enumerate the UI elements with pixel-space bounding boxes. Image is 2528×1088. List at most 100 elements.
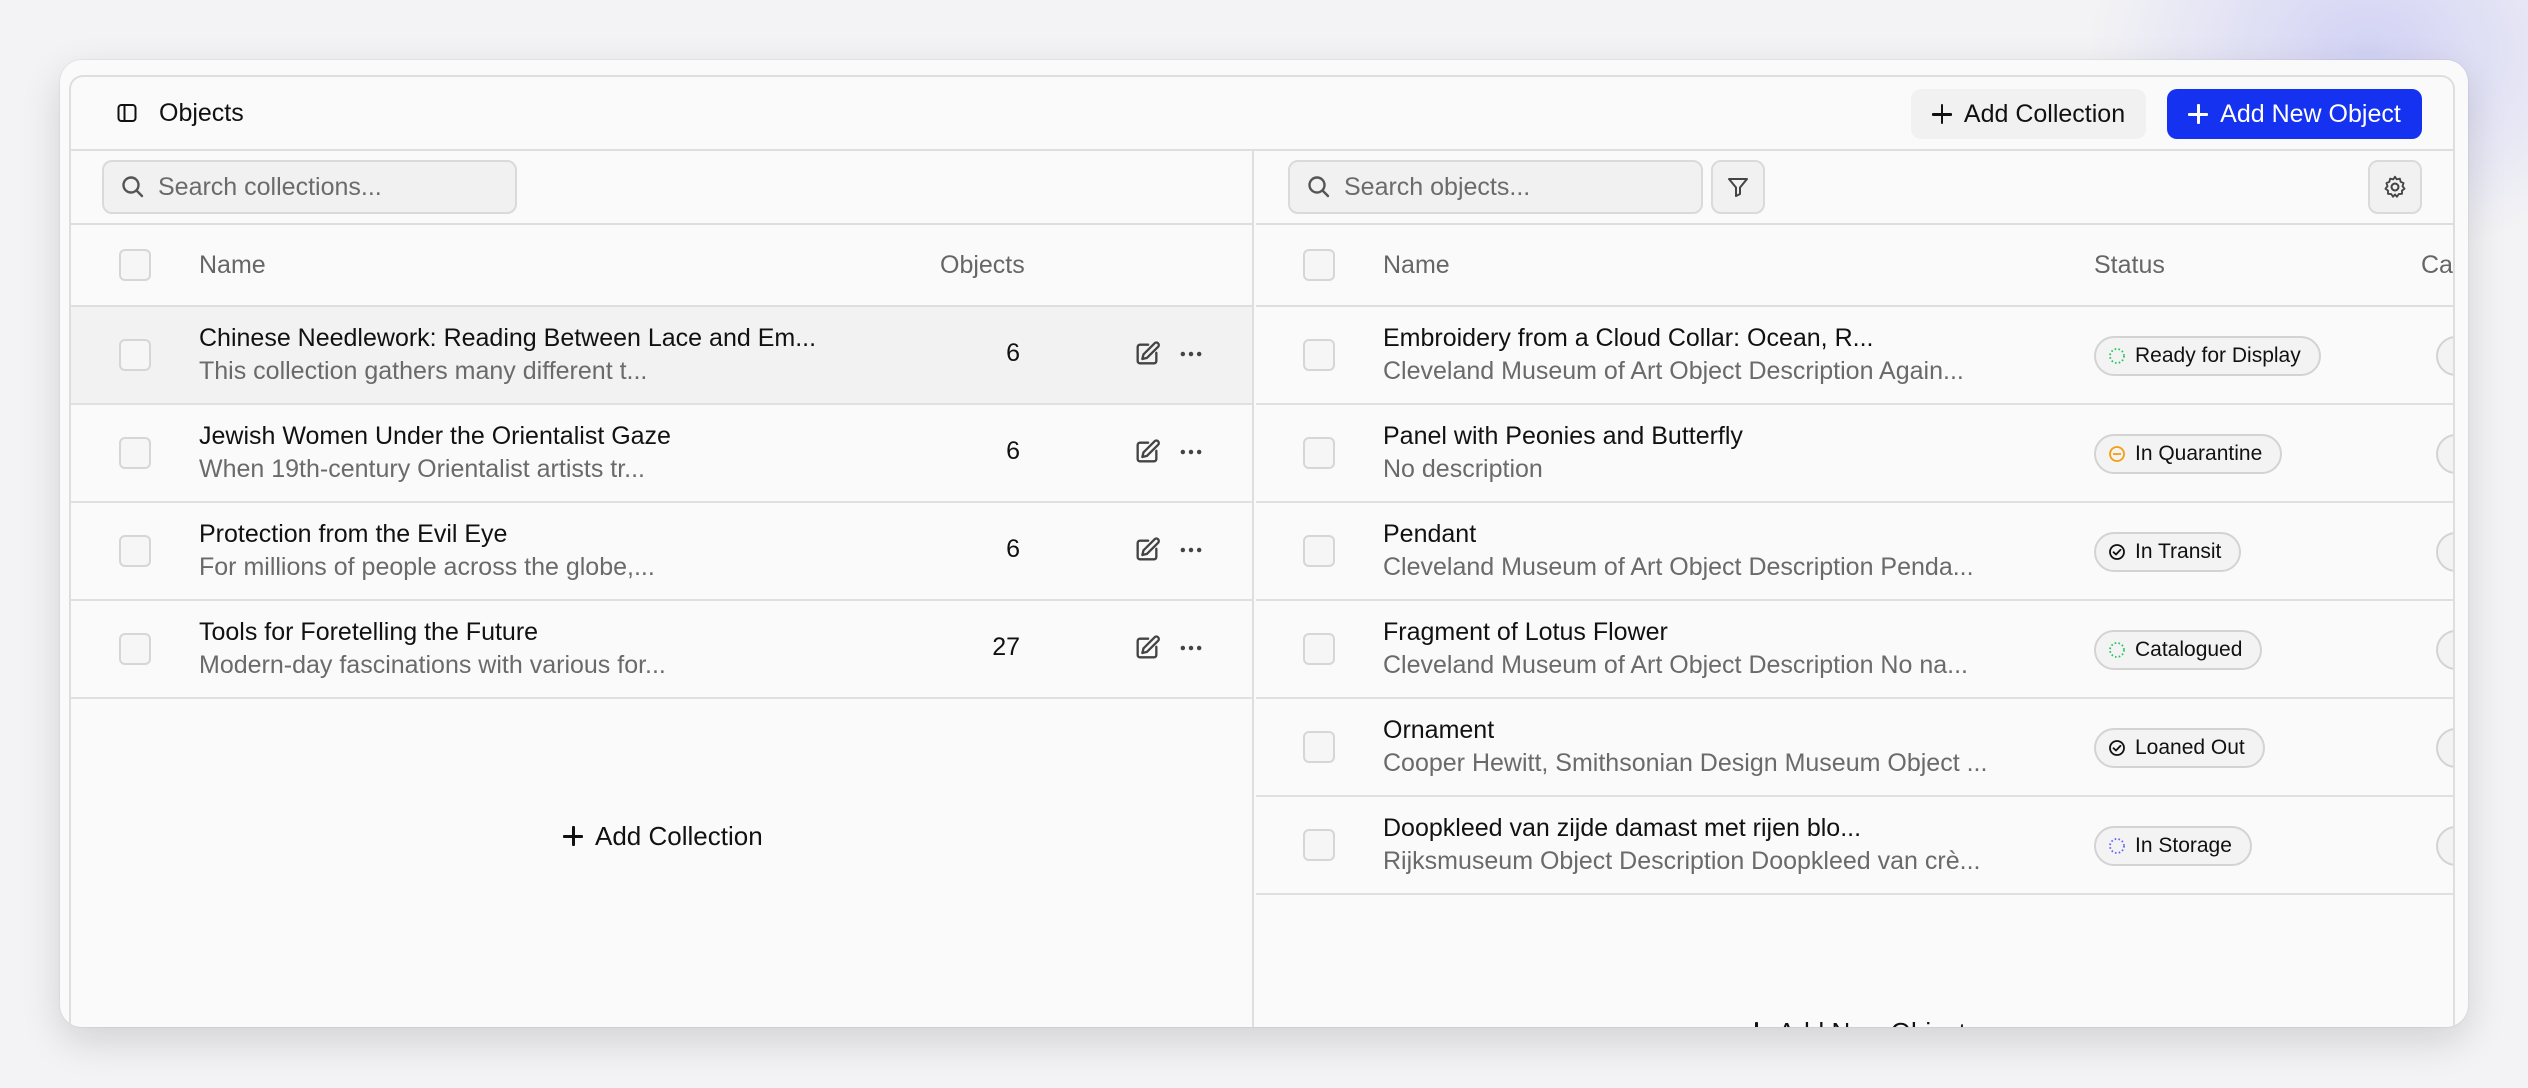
object-row[interactable]: Pendant Cleveland Museum of Art Object De… [1256,503,2453,601]
edit-icon[interactable] [1133,536,1161,564]
row-checkbox[interactable] [1303,633,1335,665]
collection-object-count: 6 [1006,437,1020,465]
add-collection-label: Add Collection [1963,99,2126,128]
row-checkbox[interactable] [1303,339,1335,371]
app-window: Objects Add Collection Add New Object Se… [60,60,2468,1027]
add-new-object-link[interactable]: Add New Object [1746,1012,1966,1027]
search-icon [122,176,144,198]
category-badge[interactable] [2436,532,2453,572]
add-new-object-button[interactable]: Add New Object [2167,89,2422,139]
collection-title: Jewish Women Under the Orientalist Gaze [199,422,671,450]
search-icon [1308,176,1330,198]
row-checkbox[interactable] [1303,829,1335,861]
object-title: Panel with Peonies and Butterfly [1383,422,1743,450]
objects-toolbar [1256,151,2453,225]
filter-button[interactable] [1711,160,1765,214]
more-options-icon[interactable] [1177,438,1205,466]
more-options-icon[interactable] [1177,340,1205,368]
category-badge[interactable] [2436,336,2453,376]
object-title: Embroidery from a Cloud Collar: Ocean, R… [1383,324,1874,352]
row-checkbox[interactable] [119,339,151,371]
dotted-circle-icon [2109,838,2125,854]
collection-title: Tools for Foretelling the Future [199,618,539,646]
row-checkbox[interactable] [119,437,151,469]
collections-search[interactable] [102,160,517,214]
select-all-checkbox[interactable] [119,249,151,281]
collection-object-count: 6 [1006,535,1020,563]
status-label: In Storage [2135,834,2232,857]
collection-row[interactable]: Jewish Women Under the Orientalist Gaze W… [71,405,1252,503]
more-options-icon[interactable] [1177,634,1205,662]
edit-icon[interactable] [1133,340,1161,368]
row-checkbox[interactable] [1303,437,1335,469]
row-checkbox[interactable] [1303,535,1335,567]
row-checkbox[interactable] [119,633,151,665]
add-collection-button[interactable]: Add Collection [1911,89,2146,139]
object-row[interactable]: Ornament Cooper Hewitt, Smithsonian Desig… [1256,699,2453,797]
object-description: No description [1383,455,1543,483]
more-options-icon[interactable] [1177,536,1205,564]
row-checkbox[interactable] [119,535,151,567]
status-badge[interactable]: Loaned Out [2094,728,2265,768]
status-badge[interactable]: In Quarantine [2094,434,2283,474]
status-label: In Transit [2135,540,2222,563]
collection-description: Modern-day fascinations with various for… [199,651,666,679]
gear-icon [2384,175,2406,198]
column-header-category[interactable]: Cat [2421,251,2453,280]
add-collection-link[interactable]: Add Collection [563,816,763,856]
object-row[interactable]: Fragment of Lotus Flower Cleveland Museum… [1256,601,2453,699]
dotted-circle-icon [2109,642,2125,658]
collections-pane: Name Objects Chinese Needlework: Reading… [71,151,1254,1027]
column-header-name[interactable]: Name [1383,251,1450,280]
objects-pane: Name Status Cat Embroidery from a Cloud … [1256,151,2453,1027]
page-title: Objects [159,99,244,127]
collection-row[interactable]: Protection from the Evil Eye For millions… [71,503,1252,601]
objects-search-input[interactable] [1344,172,1674,202]
object-description: Cleveland Museum of Art Object Descripti… [1383,553,1974,581]
plus-icon [1931,104,1952,124]
object-title: Doopkleed van zijde damast met rijen blo… [1383,814,1862,842]
collection-object-count: 27 [992,633,1020,661]
row-checkbox[interactable] [1303,731,1335,763]
object-description: Cleveland Museum of Art Object Descripti… [1383,651,1968,679]
status-badge[interactable]: In Storage [2094,826,2252,866]
collection-row[interactable]: Tools for Foretelling the Future Modern-d… [71,601,1252,699]
objects-table-header: Name Status Cat [1256,225,2453,307]
object-row[interactable]: Doopkleed van zijde damast met rijen blo… [1256,797,2453,895]
status-badge[interactable]: Ready for Display [2094,336,2321,376]
plus-icon [563,826,583,846]
object-description: Cleveland Museum of Art Object Descripti… [1383,357,1964,385]
status-badge[interactable]: In Transit [2094,532,2242,572]
object-row[interactable]: Embroidery from a Cloud Collar: Ocean, R… [1256,307,2453,405]
plus-icon [1746,1022,1766,1027]
settings-button[interactable] [2368,160,2422,214]
filter-icon [1728,178,1748,197]
collections-toolbar [71,151,1252,225]
status-label: Ready for Display [2135,344,2301,367]
category-badge[interactable] [2436,826,2453,866]
column-header-name[interactable]: Name [199,251,266,280]
objects-panel: Objects Add Collection Add New Object Se… [69,75,2455,1027]
plus-icon [2188,104,2209,124]
edit-icon[interactable] [1133,438,1161,466]
category-badge[interactable] [2436,434,2453,474]
collection-row[interactable]: Chinese Needlework: Reading Between Lace… [71,307,1252,405]
add-new-object-link-label: Add New Object [1778,1017,1966,1028]
collections-table-header: Name Objects [71,225,1252,307]
objects-search[interactable] [1288,160,1703,214]
check-circle-icon [2109,544,2125,560]
object-title: Ornament [1383,716,1495,744]
status-badge[interactable]: Catalogued [2094,630,2263,670]
category-badge[interactable] [2436,630,2453,670]
column-header-objects[interactable]: Objects [940,251,1025,280]
select-all-objects-checkbox[interactable] [1303,249,1335,281]
add-collection-link-label: Add Collection [595,820,763,851]
object-row[interactable]: Panel with Peonies and Butterfly No descr… [1256,405,2453,503]
edit-icon[interactable] [1133,634,1161,662]
category-badge[interactable] [2436,728,2453,768]
column-header-status[interactable]: Status [2094,251,2165,280]
object-title: Pendant [1383,520,1477,548]
status-label: In Quarantine [2135,442,2263,465]
collections-search-input[interactable] [158,172,488,202]
sidebar-toggle-icon[interactable] [117,103,137,123]
